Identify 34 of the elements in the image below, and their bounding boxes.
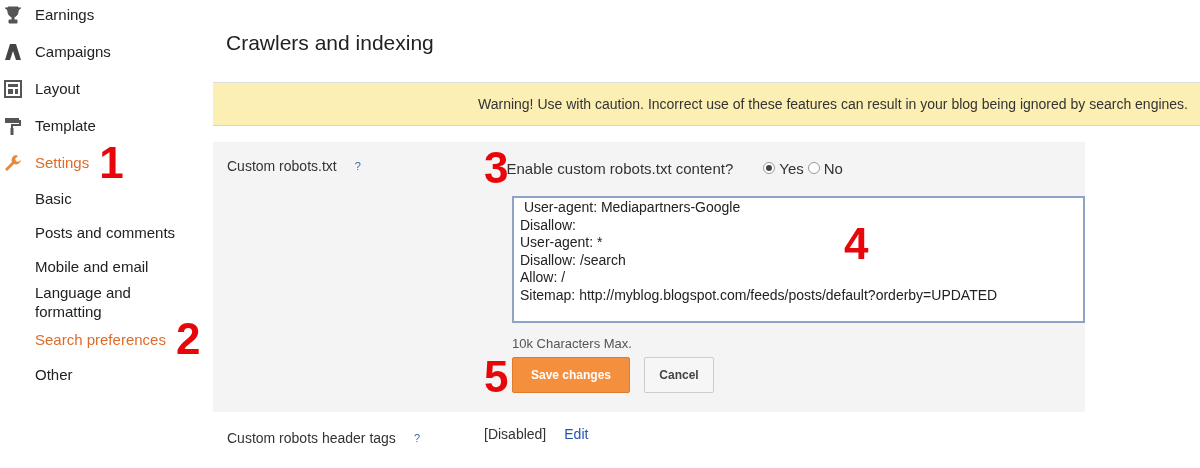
step-number: 2 — [175, 321, 201, 357]
question-label: Enable custom robots.txt content? — [506, 159, 734, 177]
sidebar-subitem[interactable]: Mobile and email — [35, 256, 149, 276]
sidebar-item[interactable]: Campaigns — [35, 43, 111, 60]
sidebar-subitem[interactable]: Language and formatting — [35, 283, 165, 321]
status-text: [Disabled] — [484, 426, 547, 444]
sidebar-subitem[interactable]: Posts and comments — [35, 222, 176, 242]
robots-textarea[interactable]: User-agent: Mediapartners-Google Disallow: User-agent: * Disallow: /search Allow: / Sitemap: http://myblog.blogspot.com/feeds/posts/default?orderby=UPDATED 4 — [512, 196, 1085, 323]
step-number: 1 — [99, 144, 124, 181]
character-limit-note: 10k Characters Max. — [512, 336, 633, 351]
sidebar-item[interactable]: Layout — [35, 80, 81, 97]
sidebar-subitem[interactable]: Search preferences — [35, 329, 166, 349]
help-link[interactable]: ? — [413, 430, 420, 444]
help-link[interactable]: ? — [354, 158, 361, 172]
wrench-icon — [4, 153, 22, 172]
edit-link[interactable]: Edit — [564, 426, 589, 446]
setting-label: Custom robots header tags — [227, 430, 396, 446]
layout-icon — [4, 79, 22, 98]
warning-text: Warning! Use with caution. Incorrect use of these features can result in your blog being ignored by search engines. — [478, 96, 1188, 112]
radio-button[interactable] — [807, 162, 820, 174]
radio-button[interactable] — [763, 162, 776, 174]
paint-roller-icon — [4, 116, 22, 135]
trophy-icon — [4, 5, 22, 24]
setting-label: Custom robots.txt — [227, 158, 337, 174]
cancel-button[interactable]: Cancel — [644, 357, 714, 393]
sidebar-subitem[interactable]: Other — [35, 364, 73, 384]
step-number: 5 — [484, 359, 510, 395]
sidebar-item[interactable]: Template — [35, 117, 96, 134]
sidebar-item[interactable]: Earnings — [35, 6, 95, 23]
radio-label: No — [823, 159, 843, 177]
campaigns-icon — [4, 42, 22, 61]
radio-label: Yes — [779, 159, 804, 177]
step-number: 4 — [844, 226, 869, 262]
sidebar-subitem[interactable]: Basic — [35, 188, 72, 208]
